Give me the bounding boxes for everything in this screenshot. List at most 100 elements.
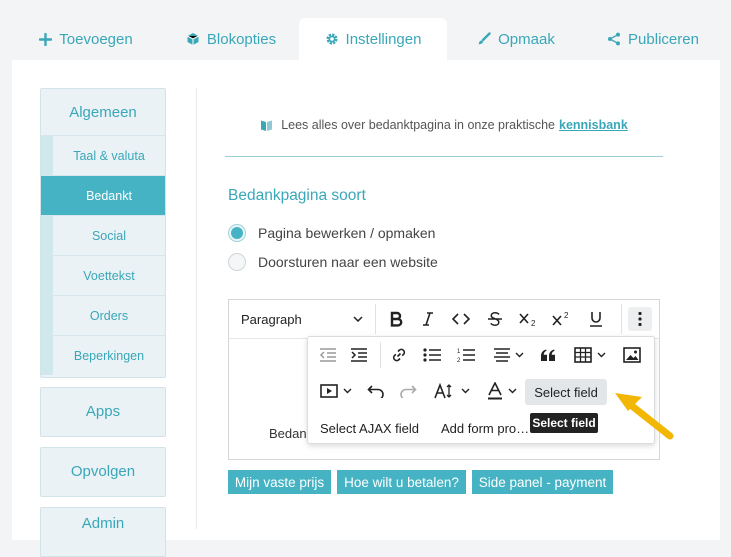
section-title: Bedankpagina soort bbox=[228, 187, 366, 204]
numbered-list-button[interactable]: 12 bbox=[454, 343, 478, 367]
italic-button[interactable] bbox=[416, 307, 440, 331]
more-vertical-icon bbox=[638, 311, 642, 327]
indent-icon bbox=[351, 348, 367, 362]
sidebar-group-opvolgen[interactable]: Opvolgen bbox=[40, 447, 166, 497]
media-icon bbox=[320, 384, 338, 398]
strikethrough-button[interactable] bbox=[483, 307, 507, 331]
sidebar-item-taal-valuta[interactable]: Taal & valuta bbox=[41, 135, 165, 175]
tab-label: Blokopties bbox=[206, 30, 277, 48]
code-button[interactable] bbox=[448, 307, 474, 331]
chip-hoe-wilt-u-betalen[interactable]: Hoe wilt u betalen? bbox=[337, 470, 466, 494]
tab-instellingen[interactable]: Instellingen bbox=[299, 18, 447, 60]
radio-label: Pagina bewerken / opmaken bbox=[258, 225, 436, 241]
font-color-button[interactable] bbox=[482, 379, 522, 403]
link-button[interactable] bbox=[388, 343, 410, 367]
chevron-down-icon bbox=[508, 388, 517, 394]
bullet-list-button[interactable] bbox=[420, 343, 444, 367]
media-button[interactable] bbox=[316, 379, 356, 403]
underline-icon bbox=[590, 312, 602, 327]
font-color-icon bbox=[488, 382, 502, 400]
svg-text:2: 2 bbox=[564, 311, 569, 320]
top-tab-bar: Toevoegen Blokopties Instellingen Opmaak… bbox=[0, 0, 731, 60]
align-button[interactable] bbox=[490, 343, 526, 367]
kennisbank-link[interactable]: kennisbank bbox=[559, 118, 628, 132]
indent-button[interactable] bbox=[348, 343, 370, 367]
brush-icon bbox=[478, 32, 491, 45]
sidebar-group-title: Opvolgen bbox=[70, 462, 136, 480]
radio-option-bewerken[interactable]: Pagina bewerken / opmaken bbox=[228, 224, 435, 242]
svg-text:2: 2 bbox=[457, 358, 461, 363]
tab-opmaak[interactable]: Opmaak bbox=[466, 18, 566, 60]
superscript-icon: 2 bbox=[552, 311, 569, 326]
chevron-down-icon bbox=[461, 388, 470, 394]
font-size-button[interactable] bbox=[430, 379, 474, 403]
svg-text:2: 2 bbox=[531, 319, 536, 327]
block-format-label: Paragraph bbox=[241, 311, 302, 327]
more-button[interactable] bbox=[628, 307, 652, 331]
underline-button[interactable] bbox=[584, 307, 608, 331]
redo-button[interactable] bbox=[396, 379, 420, 403]
sidebar-item-social[interactable]: Social bbox=[41, 215, 165, 255]
redo-icon bbox=[400, 385, 417, 398]
info-banner: Lees alles over bedanktpagina in onze pr… bbox=[225, 118, 663, 157]
sidebar-item-bedankt[interactable]: Bedankt bbox=[41, 175, 165, 215]
add-form-button[interactable]: Add form pro… bbox=[441, 421, 529, 436]
quote-button[interactable] bbox=[536, 343, 560, 367]
sidebar-group-apps[interactable]: Apps bbox=[40, 387, 166, 437]
bold-button[interactable] bbox=[384, 307, 408, 331]
sidebar-item-beperkingen[interactable]: Beperkingen bbox=[41, 335, 165, 375]
sidebar-item-voettekst[interactable]: Voettekst bbox=[41, 255, 165, 295]
sidebar-group-algemeen: Algemeen Taal & valuta Bedankt Social Vo… bbox=[40, 88, 166, 378]
arrow-annotation-icon bbox=[615, 393, 674, 440]
sidebar-group-admin[interactable]: Admin bbox=[40, 507, 166, 557]
sidebar-group-title[interactable]: Algemeen bbox=[41, 89, 165, 135]
radio-button[interactable] bbox=[228, 253, 246, 271]
superscript-button[interactable]: 2 bbox=[549, 307, 575, 331]
select-ajax-field-button[interactable]: Select AJAX field bbox=[320, 421, 419, 436]
gear-icon bbox=[326, 33, 338, 45]
tab-toevoegen[interactable]: Toevoegen bbox=[30, 18, 142, 60]
italic-icon bbox=[423, 312, 433, 326]
strikethrough-icon bbox=[488, 312, 502, 326]
tab-blokopties[interactable]: Blokopties bbox=[176, 18, 286, 60]
overflow-toolbar: 12 Select field Select AJAX field Add fo… bbox=[307, 336, 655, 444]
font-size-icon bbox=[434, 383, 452, 399]
bullet-list-icon bbox=[423, 348, 441, 362]
column-divider bbox=[196, 88, 197, 529]
chip-mijn-vaste-prijs[interactable]: Mijn vaste prijs bbox=[228, 470, 331, 494]
info-text: Lees alles over bedanktpagina in onze pr… bbox=[281, 118, 555, 132]
sidebar-group-title: Admin bbox=[81, 514, 125, 532]
chevron-down-icon bbox=[515, 352, 523, 358]
chevron-down-icon bbox=[343, 388, 352, 394]
outdent-button[interactable] bbox=[317, 343, 339, 367]
table-button[interactable] bbox=[570, 343, 610, 367]
numbered-list-icon: 12 bbox=[457, 349, 475, 363]
tooltip: Select field bbox=[530, 413, 598, 433]
tab-publiceren[interactable]: Publiceren bbox=[598, 18, 708, 60]
table-icon bbox=[574, 347, 592, 363]
share-icon bbox=[608, 32, 621, 46]
bold-icon bbox=[390, 311, 403, 327]
editor-toolbar: Paragraph 2 2 bbox=[229, 300, 659, 339]
radio-button[interactable] bbox=[228, 224, 246, 242]
align-icon bbox=[493, 348, 510, 362]
outdent-icon bbox=[319, 348, 336, 362]
editor-content[interactable]: Bedan bbox=[269, 426, 307, 441]
radio-option-doorsturen[interactable]: Doorsturen naar een website bbox=[228, 253, 438, 271]
subscript-button[interactable]: 2 bbox=[516, 307, 542, 331]
block-format-select[interactable]: Paragraph bbox=[241, 307, 363, 331]
undo-icon bbox=[367, 385, 384, 398]
svg-text:1: 1 bbox=[457, 349, 461, 355]
book-icon bbox=[261, 120, 273, 131]
tab-label: Instellingen bbox=[345, 30, 422, 48]
chip-side-panel-payment[interactable]: Side panel - payment bbox=[472, 470, 613, 494]
cube-icon bbox=[187, 33, 199, 45]
undo-button[interactable] bbox=[364, 379, 388, 403]
tab-label: Publiceren bbox=[628, 30, 699, 48]
plus-icon bbox=[39, 32, 53, 46]
image-button[interactable] bbox=[620, 343, 644, 367]
sidebar-item-orders[interactable]: Orders bbox=[41, 295, 165, 335]
link-icon bbox=[392, 348, 406, 362]
image-icon bbox=[623, 347, 641, 363]
select-field-button[interactable]: Select field bbox=[525, 379, 607, 405]
